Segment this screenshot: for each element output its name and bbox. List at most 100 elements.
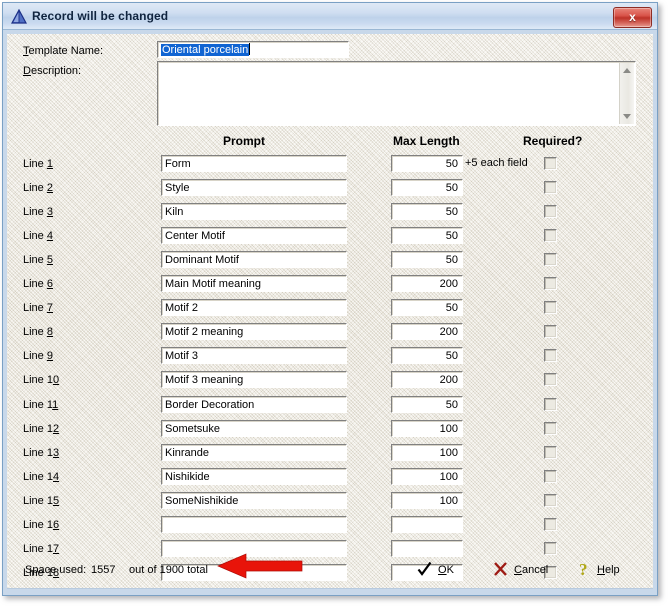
line-label-text: Line	[23, 158, 47, 170]
warning-triangle-icon	[11, 9, 27, 24]
max-length-value-16	[392, 517, 462, 518]
scroll-down-arrow-icon[interactable]	[623, 114, 631, 119]
line-label-text: Line	[23, 230, 47, 243]
line-label-accelerator: 7	[52, 542, 60, 555]
line-label-accelerator: 3	[52, 446, 60, 459]
line-label-accelerator: 3	[46, 206, 53, 219]
description-textarea[interactable]	[157, 61, 636, 126]
help-button[interactable]: ? Help	[575, 560, 635, 581]
prompt-input-15[interactable]: SomeNishikide	[161, 491, 347, 509]
prompt-value-15: SomeNishikide	[165, 494, 239, 507]
max-length-input-10[interactable]: 200	[391, 371, 463, 389]
max-length-input-12[interactable]: 100	[391, 419, 463, 437]
max-length-input-2[interactable]: 50	[391, 179, 463, 197]
required-checkbox-17[interactable]	[544, 541, 557, 555]
required-checkbox-11[interactable]	[544, 397, 557, 411]
max-length-input-16[interactable]	[391, 515, 463, 533]
prompt-input-8[interactable]: Motif 2 meaning	[161, 323, 347, 341]
max-length-input-7[interactable]: 50	[391, 299, 463, 317]
required-checkbox-15[interactable]	[544, 493, 557, 507]
line-label-6: Line 6	[23, 278, 53, 290]
max-length-input-6[interactable]: 200	[391, 275, 463, 293]
ok-button[interactable]: OK	[416, 561, 474, 581]
line-label-accelerator: 6	[52, 518, 60, 531]
max-length-input-15[interactable]: 100	[391, 491, 463, 509]
checkmark-icon	[417, 561, 432, 576]
required-checkbox-13[interactable]	[544, 445, 557, 459]
prompt-input-5[interactable]: Dominant Motif	[161, 251, 347, 269]
max-length-input-9[interactable]: 50	[391, 347, 463, 365]
prompt-input-12[interactable]: Sometsuke	[161, 419, 347, 437]
column-header-max-length: Max Length	[393, 134, 460, 148]
prompt-input-10[interactable]: Motif 3 meaning	[161, 371, 347, 389]
template-name-label: Template Name:	[23, 45, 104, 57]
max-length-value-4: 50	[445, 230, 458, 243]
prompt-input-3[interactable]: Kiln	[161, 203, 347, 221]
max-length-input-3[interactable]: 50	[391, 203, 463, 221]
required-checkbox-4[interactable]	[544, 229, 557, 243]
line-label-text: Line 1	[23, 374, 53, 387]
line-label-accelerator: 4	[46, 230, 53, 243]
required-checkbox-10[interactable]	[544, 373, 557, 387]
max-length-value-2: 50	[445, 182, 458, 195]
required-checkbox-9[interactable]	[544, 349, 557, 363]
max-length-value-17	[392, 541, 462, 542]
cancel-button[interactable]: Cancel	[492, 561, 572, 581]
required-checkbox-5[interactable]	[544, 253, 557, 267]
prompt-input-13[interactable]: Kinrande	[161, 443, 347, 461]
prompt-value-2: Style	[165, 182, 190, 195]
required-checkbox-6[interactable]	[544, 277, 557, 291]
prompt-input-2[interactable]: Style	[161, 179, 347, 197]
prompt-input-4[interactable]: Center Motif	[161, 227, 347, 245]
max-length-input-5[interactable]: 50	[391, 251, 463, 269]
prompt-value-14: Nishikide	[165, 470, 210, 483]
line-label-accelerator: 9	[46, 350, 53, 363]
prompt-input-6[interactable]: Main Motif meaning	[161, 275, 347, 293]
prompt-input-9[interactable]: Motif 3	[161, 347, 347, 365]
max-length-input-14[interactable]: 100	[391, 467, 463, 485]
line-label-1: Line 1	[23, 158, 53, 170]
prompt-input-14[interactable]: Nishikide	[161, 467, 347, 485]
required-checkbox-3[interactable]	[544, 205, 557, 219]
max-length-value-8: 200	[439, 326, 458, 339]
max-length-input-11[interactable]: 50	[391, 395, 463, 413]
required-checkbox-2[interactable]	[544, 181, 557, 195]
required-checkbox-8[interactable]	[544, 325, 557, 339]
required-checkbox-1[interactable]	[544, 157, 557, 170]
prompt-input-1[interactable]: Form	[161, 155, 347, 172]
description-scrollbar[interactable]	[619, 63, 634, 124]
space-total-label: out of 1900 total	[129, 564, 208, 576]
max-length-input-1[interactable]: 50	[391, 155, 463, 172]
required-checkbox-16[interactable]	[544, 517, 557, 531]
line-label-accelerator: 7	[46, 302, 53, 315]
space-used-value: 1557	[91, 564, 116, 576]
max-length-input-8[interactable]: 200	[391, 323, 463, 341]
prompt-input-16[interactable]	[161, 515, 347, 533]
max-length-input-17[interactable]	[391, 539, 463, 557]
max-length-value-13: 100	[439, 446, 458, 459]
close-button[interactable]: x	[613, 7, 652, 28]
prompt-value-13: Kinrande	[165, 446, 210, 459]
line-label-2: Line 2	[23, 182, 53, 194]
line-label-3: Line 3	[23, 206, 53, 218]
prompt-value-7: Motif 2	[165, 302, 199, 315]
prompt-input-7[interactable]: Motif 2	[161, 299, 347, 317]
scroll-up-arrow-icon[interactable]	[623, 68, 631, 73]
prompt-value-4: Center Motif	[165, 230, 225, 243]
help-button-label: Help	[597, 564, 620, 576]
max-length-value-10: 200	[439, 374, 458, 387]
max-length-value-9: 50	[445, 350, 458, 363]
required-checkbox-7[interactable]	[544, 301, 557, 315]
max-length-input-13[interactable]: 100	[391, 443, 463, 461]
max-length-input-4[interactable]: 50	[391, 227, 463, 245]
max-length-value-6: 200	[439, 278, 458, 291]
required-checkbox-14[interactable]	[544, 469, 557, 483]
required-checkbox-12[interactable]	[544, 421, 557, 435]
prompt-input-11[interactable]: Border Decoration	[161, 395, 347, 413]
question-mark-icon: ?	[579, 560, 588, 578]
template-name-input[interactable]: Oriental porcelain	[157, 41, 349, 58]
prompt-value-5: Dominant Motif	[165, 254, 239, 267]
prompt-value-6: Main Motif meaning	[165, 278, 261, 291]
line-label-accelerator: 4	[52, 470, 60, 483]
line-label-4: Line 4	[23, 230, 53, 242]
